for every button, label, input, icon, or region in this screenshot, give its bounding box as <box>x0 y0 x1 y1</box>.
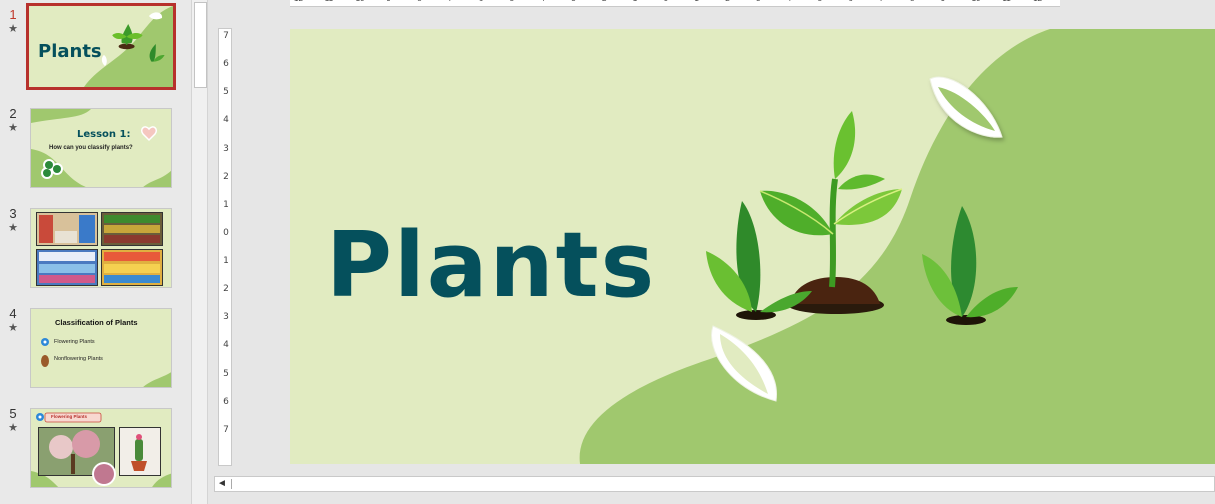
cactus-photo <box>119 427 161 476</box>
ruler-label: 11 <box>325 0 333 3</box>
slide-preview[interactable]: Classification of Plants Flowering Plant… <box>30 308 172 388</box>
heart-icon <box>140 126 158 142</box>
slide-title-preview: Lesson 1: <box>77 129 131 140</box>
ruler-label: 2 <box>602 0 606 3</box>
slide-title[interactable]: Plants <box>326 221 656 311</box>
ruler-label: 1 <box>223 199 229 210</box>
star-icon: ★ <box>8 322 18 334</box>
slide-list-item-preview: Flowering Plants <box>54 339 95 345</box>
star-icon: ★ <box>8 222 18 234</box>
ruler-label: 5 <box>818 0 822 3</box>
ruler-label: 6 <box>223 396 229 407</box>
ruler-label: 2 <box>223 284 229 295</box>
flower-icon <box>36 413 44 421</box>
slide-number: 1 <box>9 7 17 22</box>
supermarket-photo-1 <box>36 212 98 246</box>
pinecone-icon <box>41 355 49 367</box>
ruler-label: 6 <box>223 59 229 70</box>
scrollbar-track[interactable] <box>231 479 1212 489</box>
slide-preview[interactable] <box>30 208 172 288</box>
supermarket-photo-3 <box>36 249 98 286</box>
slide-number: 3 <box>9 206 17 221</box>
ruler-label: 3 <box>756 0 760 3</box>
ruler-label: 3 <box>571 0 575 3</box>
vertical-ruler: 7 6 5 4 3 2 1 0 1 2 3 4 5 6 7 <box>218 28 232 466</box>
star-icon: ★ <box>8 23 18 35</box>
ruler-label: 4 <box>787 0 791 3</box>
ruler-label: 8 <box>417 0 421 3</box>
ruler-label: 5 <box>223 368 229 379</box>
slide-label-preview: Flowering Plants <box>51 414 88 419</box>
ruler-label: 3 <box>223 312 229 323</box>
flower-icon <box>41 338 49 346</box>
scrollbar-thumb[interactable] <box>194 2 207 88</box>
ruler-label: 4 <box>223 340 229 351</box>
ruler-label: 7 <box>223 424 229 435</box>
ruler-label: 7 <box>448 0 452 3</box>
ruler-label: 3 <box>223 143 229 154</box>
slide-canvas[interactable]: Plants <box>290 29 1215 464</box>
supermarket-photo-2 <box>101 212 163 246</box>
ruler-label: 2 <box>223 171 229 182</box>
slide-thumbnail-panel: 1 ★ Plants 2 ★ Lesson 1: How can you cla… <box>0 0 191 504</box>
slide-subtitle-preview: How can you classify plants? <box>49 145 133 151</box>
slide-thumbnail-3[interactable]: 3 ★ <box>0 206 191 296</box>
ruler-label: 1 <box>633 0 637 3</box>
supermarket-photo-4 <box>101 249 163 286</box>
ruler-label: 9 <box>941 0 945 3</box>
ruler-label: 6 <box>479 0 483 3</box>
ruler-label: 0 <box>223 227 229 238</box>
ruler-label: 10 <box>972 0 981 3</box>
ruler-label: 12 <box>1033 0 1042 3</box>
ruler-label: 2 <box>725 0 729 3</box>
ruler-label: 7 <box>879 0 883 3</box>
ruler-label: 12 <box>294 0 303 3</box>
ruler-label: 11 <box>1002 0 1010 3</box>
slide-preview[interactable]: Lesson 1: How can you classify plants? <box>30 108 172 188</box>
slide-preview[interactable]: Flowering Plants <box>30 408 172 488</box>
slide-number: 5 <box>9 406 17 421</box>
ruler-label: 7 <box>223 31 229 41</box>
ruler-label: 5 <box>510 0 514 3</box>
slide-thumbnail-2[interactable]: 2 ★ Lesson 1: How can you classify plant… <box>0 106 191 196</box>
slide-number: 2 <box>9 106 17 121</box>
thumbnail-scrollbar[interactable] <box>191 0 208 504</box>
ruler-label: 4 <box>223 115 229 126</box>
slide-list-item-preview: Nonflowering Plants <box>54 356 103 362</box>
slide-preview[interactable]: Plants <box>26 3 176 90</box>
horizontal-scrollbar[interactable]: ◄ <box>214 476 1215 492</box>
ruler-label: 9 <box>386 0 390 3</box>
ruler-label: 5 <box>223 87 229 98</box>
star-icon: ★ <box>8 422 18 434</box>
green-blob-shape <box>579 29 1215 464</box>
slide-number: 4 <box>9 306 17 321</box>
slide-thumbnail-5[interactable]: 5 ★ Flowering Plants <box>0 406 191 496</box>
star-icon: ★ <box>8 122 18 134</box>
ruler-label: 10 <box>356 0 365 3</box>
ruler-label: 0 <box>664 0 668 3</box>
ruler-label: 8 <box>910 0 914 3</box>
slide-title-preview: Plants <box>38 41 102 62</box>
slide-title-preview: Classification of Plants <box>55 318 138 327</box>
ruler-label: 4 <box>540 0 544 3</box>
ruler-label: 6 <box>848 0 852 3</box>
scroll-left-arrow-icon[interactable]: ◄ <box>217 477 227 491</box>
slide-thumbnail-4[interactable]: 4 ★ Classification of Plants Flowering P… <box>0 306 191 396</box>
ruler-label: 1 <box>223 256 229 267</box>
slide-thumbnail-1[interactable]: 1 ★ Plants <box>0 3 191 97</box>
ruler-label: 1 <box>694 0 698 3</box>
horizontal-ruler: 1211109876543210123456789101112 <box>290 0 1060 7</box>
